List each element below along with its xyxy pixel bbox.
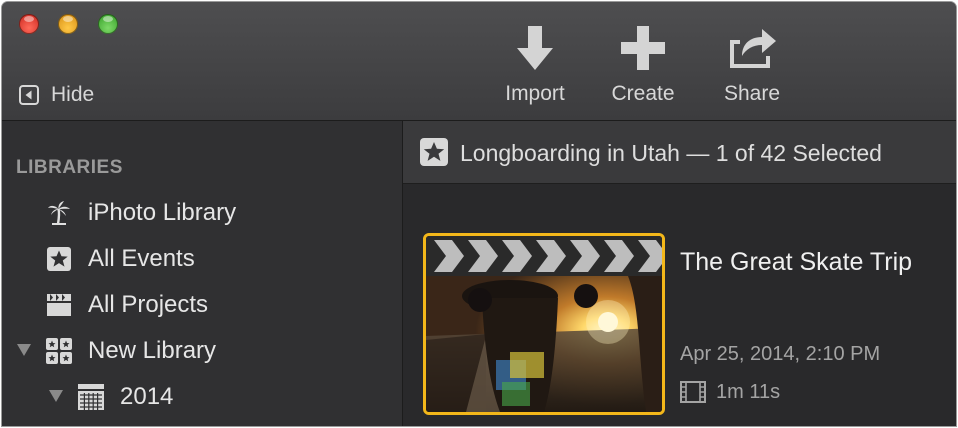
hide-libraries-button[interactable]: Hide — [19, 82, 94, 108]
event-selection-title: Longboarding in Utah — 1 of 42 Selected — [460, 140, 882, 166]
libraries-section-title: LIBRARIES — [16, 157, 123, 178]
import-button[interactable]: Import — [495, 24, 575, 108]
star-icon — [46, 246, 72, 272]
sidebar-item-label: All Events — [88, 245, 195, 272]
hide-button-label: Hide — [51, 83, 95, 106]
share-label: Share — [723, 82, 781, 105]
close-window-button[interactable] — [19, 14, 39, 34]
sidebar-item-label: All Projects — [88, 291, 209, 318]
import-label: Import — [505, 82, 565, 105]
event-browser: Longboarding in Utah — 1 of 42 Selected — [403, 121, 956, 426]
disclosure-triangle-icon[interactable] — [16, 343, 32, 357]
zoom-window-button[interactable] — [98, 14, 118, 34]
plus-icon — [621, 26, 665, 70]
project-thumbnail[interactable] — [423, 233, 665, 415]
sidebar-item-label: iPhoto Library — [88, 199, 237, 226]
sidebar-item-2014-event[interactable]: 2014 — [78, 380, 173, 414]
create-label: Create — [611, 82, 675, 105]
share-button[interactable]: Share — [712, 24, 792, 108]
sidebar-item-all-projects[interactable]: All Projects — [46, 288, 208, 322]
sidebar-item-iphoto-library[interactable]: iPhoto Library — [46, 196, 236, 230]
calendar-icon — [78, 384, 104, 410]
browser-header: Longboarding in Utah — 1 of 42 Selected — [403, 121, 956, 184]
sidebar-item-label: New Library — [88, 337, 217, 364]
project-duration: 1m 11s — [680, 379, 780, 405]
app-window: Hide Import Create Share LIBRARIES iPhot… — [2, 2, 956, 426]
project-title: The Great Skate Trip — [680, 248, 913, 276]
clapperboard-icon — [46, 292, 72, 318]
disclosure-triangle-icon[interactable] — [48, 389, 64, 403]
event-star-icon — [420, 138, 448, 166]
project-duration-label: 1m 11s — [716, 380, 781, 403]
palm-tree-icon — [46, 200, 72, 226]
sidebar-item-all-events[interactable]: All Events — [46, 242, 195, 276]
project-date: Apr 25, 2014, 2:10 PM — [680, 343, 881, 365]
film-strip-icon — [680, 381, 706, 403]
sidebar-item-new-library[interactable]: New Library — [46, 334, 216, 368]
hide-sidebar-icon — [19, 85, 39, 105]
import-arrow-icon — [517, 26, 553, 70]
toolbar: Hide Import Create Share — [2, 2, 956, 121]
create-button[interactable]: Create — [603, 24, 683, 108]
minimize-window-button[interactable] — [58, 14, 78, 34]
share-icon — [730, 29, 776, 68]
libraries-sidebar: LIBRARIES iPhoto Library All Events All … — [2, 121, 403, 426]
library-grid-icon — [46, 338, 72, 364]
sidebar-item-label: 2014 — [120, 383, 174, 410]
